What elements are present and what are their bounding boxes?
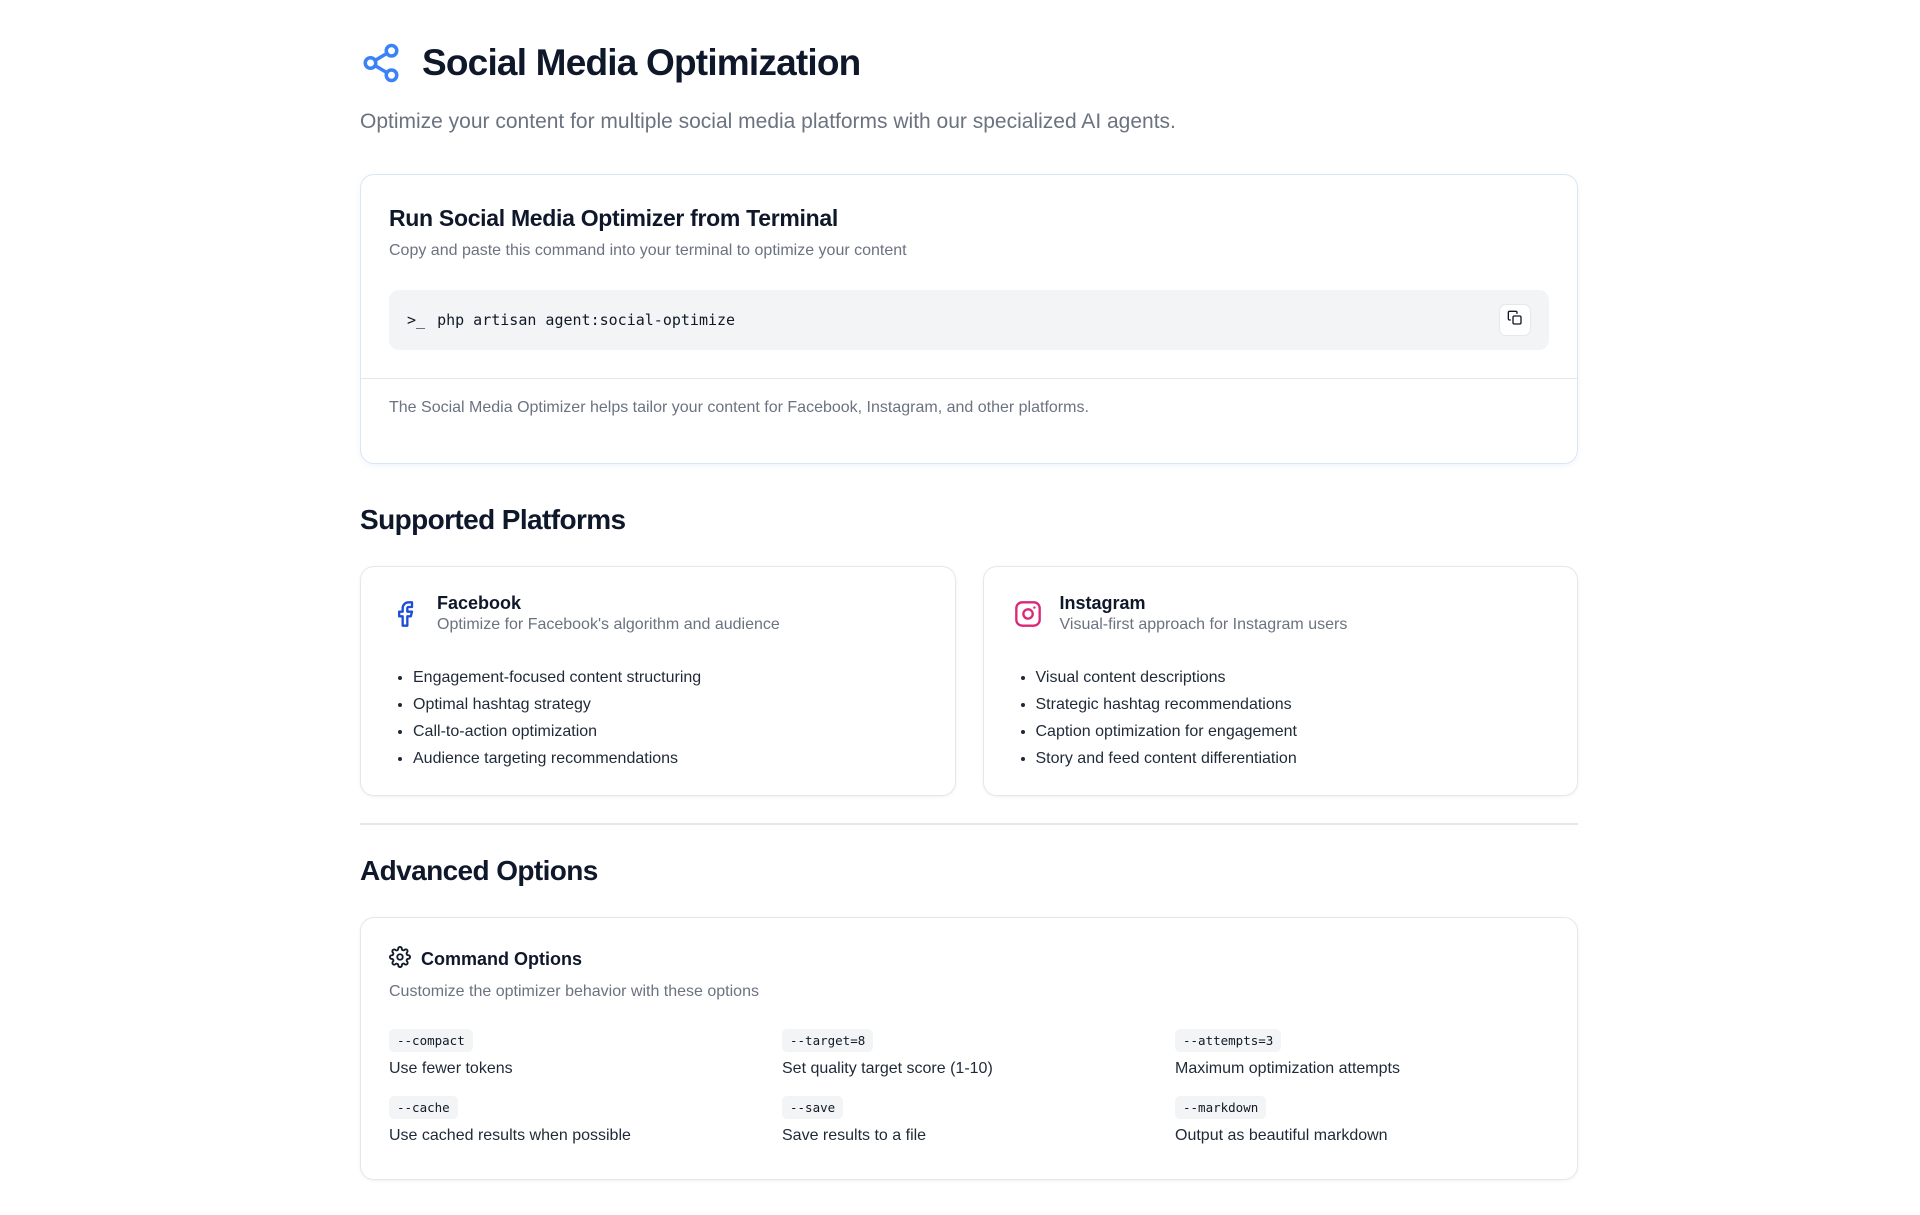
- platforms-grid: Facebook Optimize for Facebook's algorit…: [360, 566, 1578, 796]
- option-flag: --target=8: [782, 1028, 874, 1052]
- option-description: Use cached results when possible: [389, 1126, 631, 1144]
- command-text[interactable]: php artisan agent:social-optimize: [437, 311, 735, 329]
- command-text-line[interactable]: >_ php artisan agent:social-optimize: [407, 311, 735, 329]
- platform-name: Facebook: [437, 593, 522, 613]
- list-item: Caption optimization for engagement: [1036, 718, 1550, 745]
- list-item: Optimal hashtag strategy: [413, 691, 927, 718]
- gear-icon: [389, 945, 411, 973]
- page-title: Social Media Optimization: [422, 42, 861, 83]
- option-flag: --markdown: [1175, 1095, 1267, 1119]
- option-item: --markdown Output as beautiful markdown: [1175, 1095, 1568, 1145]
- page-subtitle: Optimize your content for multiple socia…: [360, 110, 1176, 133]
- platform-description: Optimize for Facebook's algorithm and au…: [437, 616, 780, 633]
- terminal-prompt-icon: >_: [407, 311, 426, 329]
- options-grid: --compact Use fewer tokens --target=8 Se…: [389, 1028, 1549, 1145]
- share-icon: [360, 42, 402, 84]
- terminal-card-note: The Social Media Optimizer helps tailor …: [361, 378, 1577, 463]
- facebook-icon: [391, 600, 419, 628]
- copy-button[interactable]: [1499, 304, 1531, 336]
- platform-card-facebook: Facebook Optimize for Facebook's algorit…: [360, 566, 956, 796]
- feature-list: Engagement-focused content structuring O…: [391, 664, 927, 772]
- option-flag: --compact: [389, 1028, 473, 1052]
- terminal-card-description: Copy and paste this command into your te…: [389, 242, 907, 259]
- terminal-card: Run Social Media Optimizer from Terminal…: [360, 174, 1578, 464]
- list-item: Engagement-focused content structuring: [413, 664, 927, 691]
- option-item: --target=8 Set quality target score (1-1…: [782, 1028, 1175, 1078]
- option-description: Use fewer tokens: [389, 1059, 513, 1077]
- option-flag: --attempts=3: [1175, 1028, 1282, 1052]
- section-divider: [360, 823, 1578, 825]
- platform-name: Instagram: [1059, 593, 1146, 613]
- list-item: Call-to-action optimization: [413, 718, 927, 745]
- option-flag: --save: [782, 1095, 844, 1119]
- option-description: Set quality target score (1-10): [782, 1059, 993, 1077]
- list-item: Story and feed content differentiation: [1036, 745, 1550, 772]
- supported-platforms-heading: Supported Platforms: [360, 504, 626, 535]
- advanced-options-heading: Advanced Options: [360, 854, 598, 886]
- list-item: Strategic hashtag recommendations: [1036, 691, 1550, 718]
- platform-description: Visual-first approach for Instagram user…: [1059, 616, 1348, 633]
- copy-icon: [1507, 310, 1523, 331]
- terminal-card-title: Run Social Media Optimizer from Terminal: [389, 205, 838, 231]
- command-box: >_ php artisan agent:social-optimize: [389, 290, 1549, 350]
- feature-list: Visual content descriptions Strategic ha…: [1014, 664, 1550, 772]
- option-description: Output as beautiful markdown: [1175, 1126, 1388, 1144]
- option-item: --attempts=3 Maximum optimization attemp…: [1175, 1028, 1568, 1078]
- option-flag: --cache: [389, 1095, 458, 1119]
- option-item: --save Save results to a file: [782, 1095, 1175, 1145]
- command-options-description: Customize the optimizer behavior with th…: [389, 982, 759, 1000]
- page: Social Media Optimization Optimize your …: [360, 0, 1578, 1180]
- command-options-card: Command Options Customize the optimizer …: [360, 916, 1578, 1180]
- instagram-icon: [1014, 600, 1042, 628]
- option-description: Maximum optimization attempts: [1175, 1059, 1400, 1077]
- command-options-title: Command Options: [421, 948, 582, 969]
- list-item: Visual content descriptions: [1036, 664, 1550, 691]
- list-item: Audience targeting recommendations: [413, 745, 927, 772]
- page-header: Social Media Optimization: [360, 42, 1578, 84]
- option-item: --compact Use fewer tokens: [389, 1028, 782, 1078]
- option-description: Save results to a file: [782, 1126, 927, 1144]
- option-item: --cache Use cached results when possible: [389, 1095, 782, 1145]
- platform-card-instagram: Instagram Visual-first approach for Inst…: [982, 566, 1578, 796]
